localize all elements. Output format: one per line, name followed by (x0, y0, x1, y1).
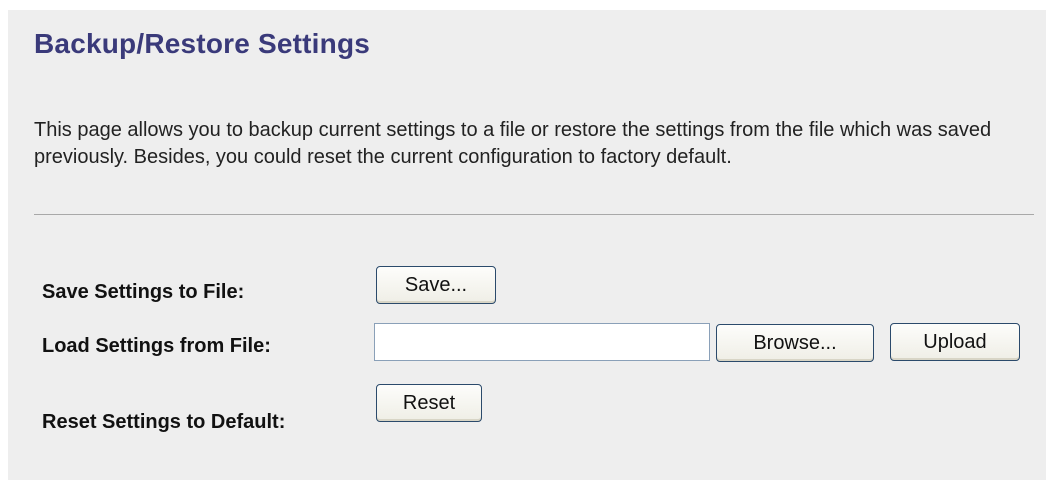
page-title: Backup/Restore Settings (34, 28, 371, 59)
reset-button[interactable]: Reset (376, 384, 482, 422)
save-settings-label: Save Settings to File: (42, 281, 245, 303)
settings-panel: Backup/Restore Settings This page allows… (8, 10, 1046, 480)
divider (34, 214, 1034, 215)
reset-settings-label: Reset Settings to Default: (42, 411, 286, 433)
browse-button[interactable]: Browse... (716, 324, 874, 362)
page-description: This page allows you to backup current s… (34, 119, 992, 168)
file-path-field[interactable] (374, 323, 710, 361)
upload-button[interactable]: Upload (890, 323, 1020, 361)
load-settings-label: Load Settings from File: (42, 335, 271, 357)
save-button[interactable]: Save... (376, 266, 496, 304)
